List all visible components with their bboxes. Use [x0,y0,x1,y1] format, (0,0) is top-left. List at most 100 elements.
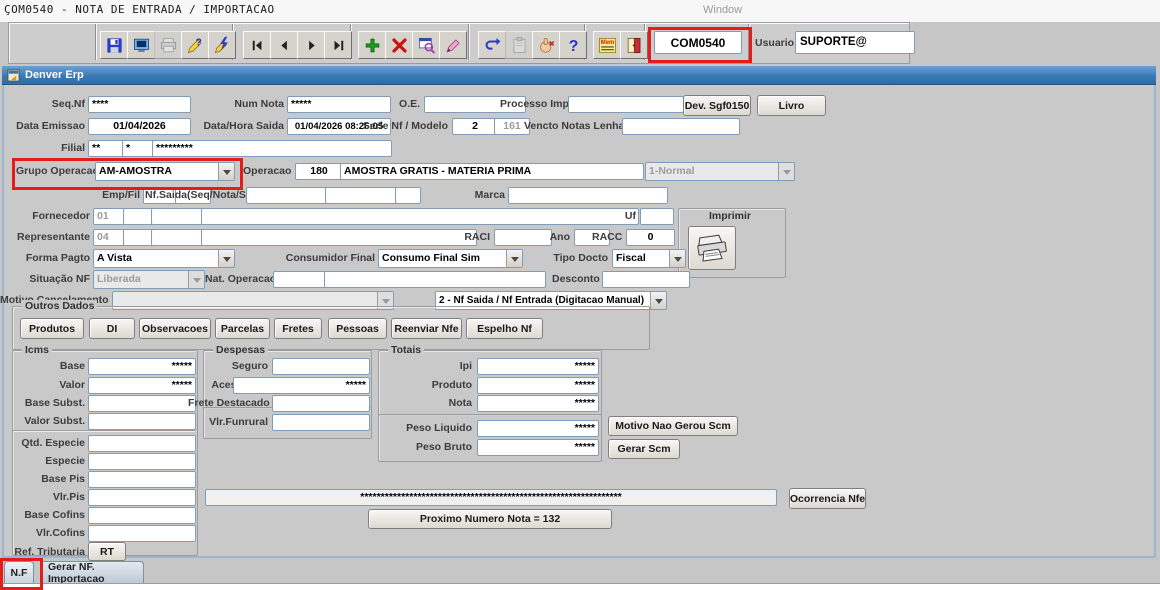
print-icon [160,37,176,52]
operacao-code-field[interactable]: 180 [295,163,343,180]
filial-field-3[interactable]: ********* [152,140,392,157]
operacao-desc-field[interactable]: AMOSTRA GRATIS - MATERIA PRIMA [340,163,644,180]
serie-nf-field[interactable]: 2 [452,118,498,135]
previous-record-button[interactable] [270,31,298,59]
menu-window[interactable]: Window [703,4,742,16]
rt-button[interactable]: RT [88,542,126,561]
exit-button[interactable] [620,31,648,59]
edit-field-icon [446,38,460,52]
dev-sgf0150-button[interactable]: Dev. Sgf0150 [683,95,751,116]
acessorios-field[interactable]: ***** [233,377,370,394]
nf-saida-serie-field[interactable] [395,187,421,204]
outros-dados-legend: Outros Dados [22,300,98,312]
qtd-especie-field[interactable] [88,435,196,452]
grupo-operacao-select[interactable]: AM-AMOSTRA [95,162,235,181]
last-record-button[interactable] [324,31,352,59]
vlr-cofins-field[interactable] [88,525,196,542]
window-title-strip: ÇOM0540 - NOTA DE ENTRADA / IMPORTACAO W… [0,0,1160,22]
produto-field[interactable]: ***** [477,377,599,394]
execute-button[interactable] [208,31,236,59]
seguro-field[interactable] [272,358,370,375]
base-cofins-field[interactable] [88,507,196,524]
tipo-docto-select[interactable]: Fiscal [612,249,686,268]
screen-icon [133,38,149,52]
print-button[interactable] [154,31,182,59]
processo-imp-field[interactable] [568,96,684,113]
icms-base-label: Base [59,360,85,372]
forma-pagto-select[interactable]: A Vista [93,249,235,268]
qtd-especie-label: Qtd. Especie [21,437,85,449]
nf-saida-nota-field[interactable] [325,187,400,204]
vencto-notas-lenha-field[interactable] [622,118,740,135]
nat-operacao-code-field[interactable] [273,271,327,288]
di-button[interactable]: DI [89,318,135,339]
query-button[interactable] [412,31,440,59]
pessoas-button[interactable]: Pessoas [328,318,387,339]
usuario-field[interactable]: SUPORTE@ [795,31,915,54]
program-code-field[interactable]: COM0540 [654,31,742,54]
frete-destacado-field[interactable] [272,395,370,412]
help-button[interactable]: ? [559,31,587,59]
uf-field[interactable] [640,208,674,225]
save-button[interactable] [100,31,128,59]
clipboard-button[interactable] [505,31,533,59]
edit-help-button[interactable]: ? [181,31,209,59]
tab-nf[interactable]: N.F [4,561,34,583]
representante-field-3[interactable] [151,229,206,246]
tab-gerar-nf-importacao[interactable]: Gerar NF. Importacao [40,561,144,585]
next-record-button[interactable] [297,31,325,59]
edit-field-button[interactable] [439,31,467,59]
insert-record-button[interactable] [358,31,386,59]
proximo-numero-nota-button[interactable]: Proximo Numero Nota = 132 [368,509,612,529]
last-record-icon [334,40,343,50]
data-emissao-field[interactable]: 01/04/2026 [88,118,191,135]
icms-valor-subst-field[interactable] [88,413,196,430]
situacao-nf-select[interactable]: Liberada [93,270,205,289]
marca-field[interactable] [508,187,668,204]
undo-button[interactable] [478,31,506,59]
vlr-funrural-field[interactable] [272,414,370,431]
desconto-field[interactable] [602,271,690,288]
gerar-scm-button[interactable]: Gerar Scm [608,439,680,459]
tipo-nf-select[interactable]: 1-Normal [645,162,795,181]
consumidor-final-select[interactable]: Consumo Final Sim [378,249,523,268]
imprimir-button[interactable] [688,226,736,270]
delete-record-button[interactable] [385,31,413,59]
seq-nf-field[interactable]: **** [88,96,191,113]
fornecedor-field-3[interactable] [151,208,206,225]
filial-field-2[interactable]: * [122,140,156,157]
ipi-field[interactable]: ***** [477,358,599,375]
base-pis-field[interactable] [88,471,196,488]
fornecedor-name-field[interactable] [201,208,639,225]
motivo-nao-gerou-scm-button[interactable]: Motivo Nao Gerou Scm [608,416,738,436]
peso-bruto-field[interactable]: ***** [477,439,599,456]
filial-field-1[interactable]: ** [88,140,126,157]
masked-info-field[interactable]: ****************************************… [205,489,777,506]
produtos-button[interactable]: Produtos [20,318,84,339]
memo-button[interactable]: Mem [593,31,621,59]
vlr-pis-field[interactable] [88,489,196,506]
screen-button[interactable] [127,31,155,59]
hand-ok-button[interactable] [532,31,560,59]
icms-base-field[interactable]: ***** [88,358,196,375]
operacao-label: Operacao [243,165,292,177]
espelho-nf-button[interactable]: Espelho Nf [466,318,543,339]
nat-operacao-desc-field[interactable] [324,271,546,288]
nf-saida-seq-field[interactable] [246,187,330,204]
parcelas-button[interactable]: Parcelas [215,318,270,339]
observacoes-button[interactable]: Observacoes [139,318,211,339]
racc-field[interactable]: 0 [626,229,675,246]
icms-valor-field[interactable]: ***** [88,377,196,394]
representante-name-field[interactable] [201,229,477,246]
ocorrencia-nfe-button[interactable]: Ocorrencia Nfe [789,488,866,509]
raci-field[interactable] [494,229,552,246]
first-record-button[interactable] [243,31,271,59]
livro-button[interactable]: Livro [757,95,826,116]
reenviar-nfe-button[interactable]: Reenviar Nfe [391,318,462,339]
nota-field[interactable]: ***** [477,395,599,412]
especie-field[interactable] [88,453,196,470]
denver-erp-titlebar[interactable]: Denver Erp [2,66,1156,85]
peso-liquido-field[interactable]: ***** [477,420,599,437]
icms-base-subst-field[interactable] [88,395,196,412]
fretes-button[interactable]: Fretes [274,318,322,339]
